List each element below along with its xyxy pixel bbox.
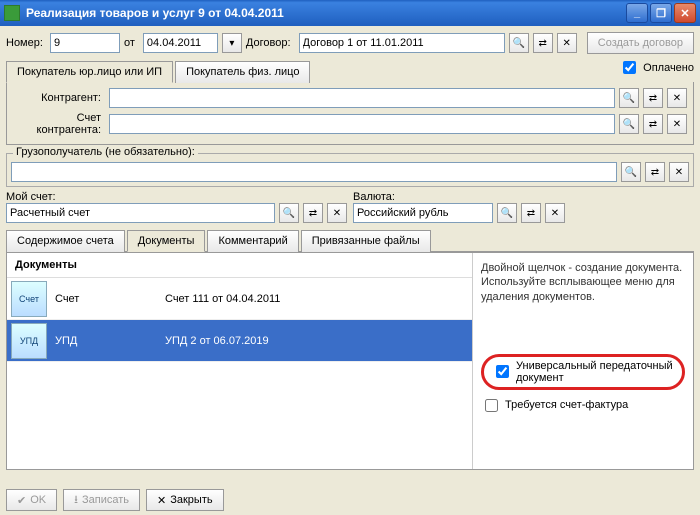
contract-label: Договор: (246, 37, 295, 49)
counterparty-input[interactable] (109, 88, 615, 108)
invoice-required-checkbox[interactable] (485, 399, 498, 412)
contract-search-icon[interactable]: 🔍 (509, 33, 529, 53)
consignee-link-icon[interactable]: ⇄ (645, 162, 665, 182)
document-row[interactable]: УПД УПД УПД 2 от 06.07.2019 (7, 320, 472, 362)
document-name: Счет (55, 293, 165, 305)
check-icon: ✔ (17, 494, 26, 507)
contract-link-icon[interactable]: ⇄ (533, 33, 553, 53)
counterparty-search-icon[interactable]: 🔍 (619, 88, 639, 108)
invoice-icon: Счет (11, 281, 47, 317)
document-name: УПД (55, 335, 165, 347)
paid-checkbox[interactable] (623, 61, 636, 74)
date-input[interactable] (143, 33, 218, 53)
documents-list: Документы Счет Счет Счет 111 от 04.04.20… (7, 253, 473, 469)
counterparty-account-link-icon[interactable]: ⇄ (643, 114, 663, 134)
upd-checkbox-label: Универсальный передаточный документ (516, 360, 674, 384)
counterparty-account-clear-icon[interactable]: ✕ (667, 114, 687, 134)
documents-panel: Документы Счет Счет Счет 111 от 04.04.20… (6, 252, 694, 470)
tab-buyer-person[interactable]: Покупатель физ. лицо (175, 61, 310, 83)
myaccount-label: Мой счет: (6, 191, 347, 203)
currency-input[interactable] (353, 203, 493, 223)
from-label: от (124, 37, 139, 49)
myaccount-input[interactable] (6, 203, 275, 223)
close-icon: ✕ (157, 494, 166, 507)
counterparty-link-icon[interactable]: ⇄ (643, 88, 663, 108)
paid-checkbox-wrap: Оплачено (619, 58, 694, 77)
documents-side: Двойной щелчок - создание документа. Исп… (473, 253, 693, 469)
contract-clear-icon[interactable]: ✕ (557, 33, 577, 53)
counterparty-label: Контрагент: (13, 92, 105, 104)
invoice-required-label: Требуется счет-фактура (505, 399, 628, 411)
ok-button[interactable]: ✔OK (6, 489, 57, 511)
tab-buyer-legal[interactable]: Покупатель юр.лицо или ИП (6, 61, 173, 83)
tab-documents[interactable]: Документы (127, 230, 206, 252)
currency-link-icon[interactable]: ⇄ (521, 203, 541, 223)
save-icon: ⭳ (74, 491, 78, 510)
tab-files[interactable]: Привязанные файлы (301, 230, 431, 252)
currency-label: Валюта: (353, 191, 694, 203)
consignee-clear-icon[interactable]: ✕ (669, 162, 689, 182)
create-contract-button[interactable]: Создать договор (587, 32, 694, 54)
document-info: Счет 111 от 04.04.2011 (165, 293, 468, 305)
myaccount-link-icon[interactable]: ⇄ (303, 203, 323, 223)
maximize-button[interactable]: ❐ (650, 3, 672, 23)
document-row[interactable]: Счет Счет Счет 111 от 04.04.2011 (7, 278, 472, 320)
paid-label: Оплачено (643, 62, 694, 74)
footer: ✔OK ⭳Записать ✕Закрыть (6, 489, 694, 511)
counterparty-account-input[interactable] (109, 114, 615, 134)
myaccount-search-icon[interactable]: 🔍 (279, 203, 299, 223)
close-window-button[interactable]: ✕ (674, 3, 696, 23)
upd-checkbox[interactable] (496, 365, 509, 378)
close-button[interactable]: ✕Закрыть (146, 489, 224, 511)
calendar-icon[interactable]: ▾ (222, 33, 242, 53)
document-info: УПД 2 от 06.07.2019 (165, 335, 468, 347)
counterparty-account-search-icon[interactable]: 🔍 (619, 114, 639, 134)
currency-search-icon[interactable]: 🔍 (497, 203, 517, 223)
number-label: Номер: (6, 37, 46, 49)
upd-highlight: Универсальный передаточный документ (481, 354, 685, 390)
tab-content[interactable]: Содержимое счета (6, 230, 125, 252)
currency-clear-icon[interactable]: ✕ (545, 203, 565, 223)
documents-header: Документы (7, 253, 472, 278)
consignee-label: Грузополучатель (не обязательно): (13, 146, 198, 158)
save-button[interactable]: ⭳Записать (63, 489, 140, 511)
number-input[interactable] (50, 33, 120, 53)
upd-icon: УПД (11, 323, 47, 359)
counterparty-clear-icon[interactable]: ✕ (667, 88, 687, 108)
app-icon (4, 5, 20, 21)
window-title: Реализация товаров и услуг 9 от 04.04.20… (26, 6, 624, 20)
consignee-input[interactable] (11, 162, 617, 182)
header-row: Номер: от ▾ Договор: 🔍 ⇄ ✕ Создать догов… (6, 32, 694, 54)
contract-input[interactable] (299, 33, 505, 53)
documents-hint: Двойной щелчок - создание документа. Исп… (481, 261, 685, 304)
consignee-search-icon[interactable]: 🔍 (621, 162, 641, 182)
titlebar: Реализация товаров и услуг 9 от 04.04.20… (0, 0, 700, 26)
counterparty-account-label: Счет контрагента: (13, 112, 105, 136)
tab-comment[interactable]: Комментарий (207, 230, 298, 252)
minimize-button[interactable]: _ (626, 3, 648, 23)
myaccount-clear-icon[interactable]: ✕ (327, 203, 347, 223)
